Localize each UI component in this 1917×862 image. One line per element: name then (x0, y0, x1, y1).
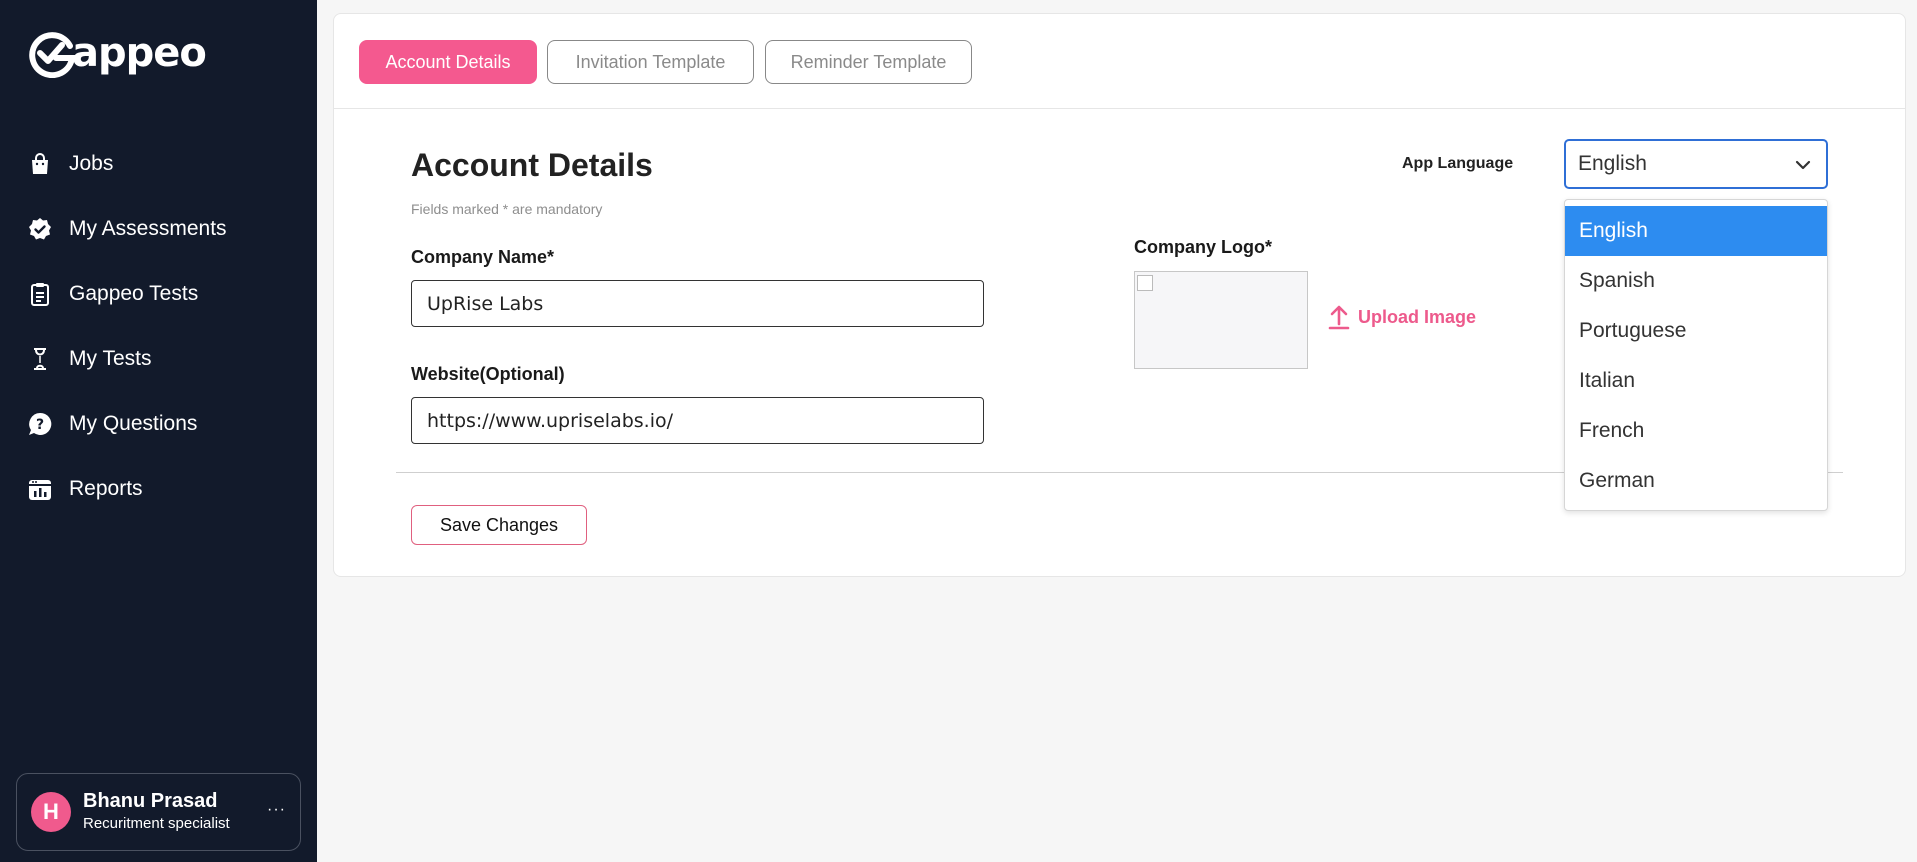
website-input[interactable] (411, 397, 984, 444)
brand-name: appeo (72, 30, 207, 76)
tab-account-details[interactable]: Account Details (359, 40, 537, 84)
avatar: H (31, 792, 71, 832)
app-language-dropdown: English Spanish Portuguese Italian Frenc… (1564, 199, 1828, 511)
company-logo-label: Company Logo* (1134, 237, 1272, 257)
chevron-down-icon (1795, 160, 1811, 170)
website-label: Website(Optional) (411, 364, 565, 384)
sidebar-item-label: My Tests (69, 346, 152, 370)
upload-image-button[interactable]: Upload Image (1328, 304, 1476, 330)
broken-image-icon (1137, 275, 1153, 291)
user-role: Recuritment specialist (83, 815, 230, 832)
app-language-select[interactable]: English (1564, 139, 1828, 189)
sidebar-item-label: Gappeo Tests (69, 281, 199, 305)
upload-image-label: Upload Image (1358, 306, 1477, 327)
sidebar-item-gappeo-tests[interactable]: Gappeo Tests (0, 261, 317, 326)
sidebar-item-jobs[interactable]: Jobs (0, 131, 317, 196)
gappeo-logo-icon (29, 32, 76, 78)
sidebar: appeo Jobs My Assessments Gappeo Tests M… (0, 0, 317, 862)
tab-invitation-template[interactable]: Invitation Template (547, 40, 754, 84)
company-name-label: Company Name* (411, 247, 555, 267)
sidebar-item-label: Jobs (69, 151, 114, 175)
clipboard-icon (28, 282, 52, 306)
company-logo-preview (1134, 271, 1308, 369)
question-bubble-icon: ? (28, 412, 52, 436)
sidebar-item-label: My Questions (69, 411, 198, 435)
hourglass-icon (28, 347, 52, 371)
page-title: Account Details (411, 147, 653, 183)
language-option-italian[interactable]: Italian (1565, 356, 1827, 406)
user-name: Bhanu Prasad (83, 790, 218, 812)
app-language-value: English (1578, 152, 1647, 175)
calendar-chart-icon (28, 477, 52, 501)
tab-reminder-template[interactable]: Reminder Template (765, 40, 972, 84)
settings-tabs: Account Details Invitation Template Remi… (334, 14, 1905, 109)
save-changes-button[interactable]: Save Changes (411, 505, 587, 545)
shopping-bag-icon (28, 152, 52, 176)
language-option-portuguese[interactable]: Portuguese (1565, 306, 1827, 356)
sidebar-item-my-questions[interactable]: ? My Questions (0, 391, 317, 456)
company-name-input[interactable] (411, 280, 984, 327)
language-option-spanish[interactable]: Spanish (1565, 256, 1827, 306)
more-options-icon[interactable]: ··· (267, 801, 286, 819)
language-option-french[interactable]: French (1565, 406, 1827, 456)
language-option-english[interactable]: English (1565, 206, 1827, 256)
language-option-german[interactable]: German (1565, 456, 1827, 506)
upload-icon (1328, 305, 1350, 330)
badge-check-icon (28, 217, 52, 241)
sidebar-item-label: My Assessments (69, 216, 227, 240)
sidebar-item-my-assessments[interactable]: My Assessments (0, 196, 317, 261)
user-info: Bhanu Prasad Recuritment specialist (83, 789, 230, 835)
app-language-label: App Language (1402, 155, 1514, 172)
brand-logo[interactable]: appeo (26, 28, 207, 78)
svg-text:?: ? (36, 417, 44, 433)
sidebar-item-my-tests[interactable]: My Tests (0, 326, 317, 391)
sidebar-item-label: Reports (69, 476, 143, 500)
sidebar-nav: Jobs My Assessments Gappeo Tests My Test… (0, 131, 317, 521)
mandatory-note: Fields marked * are mandatory (411, 201, 603, 217)
sidebar-item-reports[interactable]: Reports (0, 456, 317, 521)
user-profile-card[interactable]: H Bhanu Prasad Recuritment specialist ··… (16, 773, 301, 851)
